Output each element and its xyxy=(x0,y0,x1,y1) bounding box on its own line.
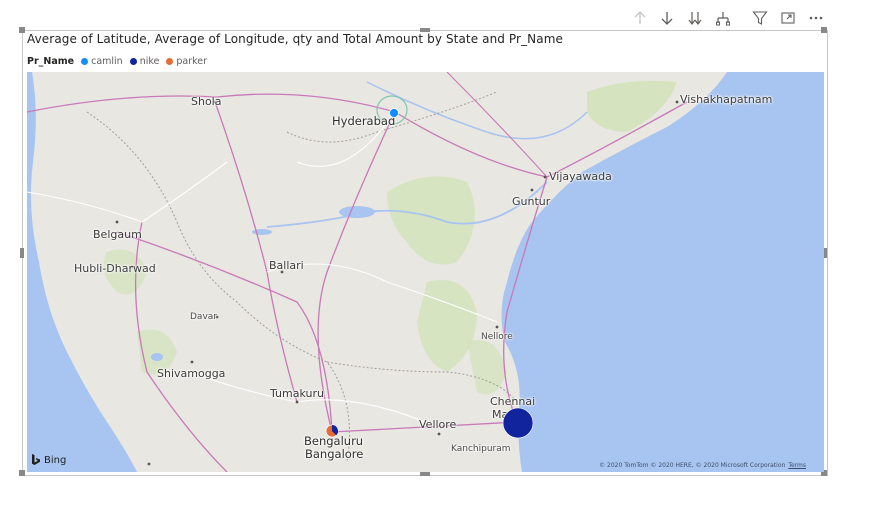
bubble-hyderabad-camlin[interactable] xyxy=(389,108,399,118)
bing-icon xyxy=(32,454,40,465)
city-dot xyxy=(147,462,151,466)
legend-title: Pr_Name xyxy=(27,55,75,67)
river xyxy=(366,81,588,140)
bing-label: Bing xyxy=(44,454,67,466)
expand-hierarchy-icon[interactable] xyxy=(713,8,733,28)
legend: Pr_Name camlin nike parker xyxy=(27,54,214,68)
legend-item-parker[interactable]: parker xyxy=(166,56,207,67)
green-area xyxy=(417,280,477,372)
city-dot xyxy=(190,360,194,364)
green-area xyxy=(587,80,677,132)
bay-of-bengal xyxy=(501,72,824,472)
focus-mode-icon[interactable] xyxy=(778,8,798,28)
more-options-icon[interactable] xyxy=(806,8,826,28)
resize-handle-bottom-left[interactable] xyxy=(19,470,25,476)
visual-title: Average of Latitude, Average of Longitud… xyxy=(27,32,563,46)
city-dot xyxy=(495,325,499,329)
city-dot xyxy=(295,400,299,404)
city-dot xyxy=(530,188,534,192)
legend-item-camlin[interactable]: camlin xyxy=(81,56,123,67)
city-dot xyxy=(675,100,679,104)
map-copyright: © 2020 TomTom © 2020 HERE, © 2020 Micros… xyxy=(599,462,806,469)
highway xyxy=(214,101,298,403)
copyright-text: © 2020 TomTom © 2020 HERE, © 2020 Micros… xyxy=(599,462,786,469)
city-label-vijayawada: Vijayawada xyxy=(549,170,612,183)
city-label-hubli-dharwad: Hubli-Dharwad xyxy=(74,262,156,275)
double-arrow-down-icon[interactable] xyxy=(685,8,705,28)
bing-logo: Bing xyxy=(31,454,66,466)
legend-label-nike: nike xyxy=(139,55,160,67)
city-label-ballari: Ballari xyxy=(269,259,304,272)
legend-label-parker: parker xyxy=(176,55,208,67)
reservoir xyxy=(252,229,272,235)
city-label-nellore: Nellore xyxy=(481,332,513,342)
arrow-down-icon[interactable] xyxy=(657,8,677,28)
highway xyxy=(446,72,548,178)
city-label-shivamogga: Shivamogga xyxy=(157,367,226,380)
city-label-bangalore: Bangalore xyxy=(305,447,364,461)
city-label-vishakhapatnam: Vishakhapatnam xyxy=(680,93,773,106)
resize-handle-bottom[interactable] xyxy=(420,472,430,476)
city-label-hyderabad: Hyderabad xyxy=(332,114,396,128)
city-label-belgaum: Belgaum xyxy=(93,228,142,241)
legend-marker-camlin xyxy=(81,57,89,65)
legend-item-nike[interactable]: nike xyxy=(129,55,160,67)
arrow-up-icon[interactable] xyxy=(630,8,650,28)
city-dot xyxy=(543,175,547,179)
reservoir xyxy=(151,353,163,361)
visual-header-toolbar xyxy=(628,8,828,28)
green-area xyxy=(387,176,475,265)
city-label-chennai: Chennai xyxy=(490,395,536,408)
terms-link[interactable]: Terms xyxy=(788,462,806,469)
bubble-chennai-nike[interactable] xyxy=(502,407,534,439)
resize-handle-top-left[interactable] xyxy=(19,27,25,33)
legend-label-camlin: camlin xyxy=(91,55,123,67)
resize-handle-left[interactable] xyxy=(20,248,24,258)
green-area xyxy=(467,340,507,395)
city-label-kanchipuram: Kanchipuram xyxy=(451,444,511,454)
city-label-vellore: Vellore xyxy=(419,418,457,431)
map-canvas[interactable]: Shola Hyderabad Vishakhapatnam Vijayawad… xyxy=(27,72,824,472)
city-dot xyxy=(437,432,441,436)
filter-icon[interactable] xyxy=(750,8,770,28)
road xyxy=(27,161,228,223)
city-label-shola: Shola xyxy=(191,95,222,108)
city-label-davar: Davar xyxy=(190,312,217,322)
highway xyxy=(317,111,396,433)
bubble-bengaluru-pie[interactable] xyxy=(325,424,339,438)
legend-marker-nike xyxy=(129,57,137,65)
city-label-guntur: Guntur xyxy=(512,195,551,208)
city-dot xyxy=(115,220,119,224)
legend-marker-parker xyxy=(166,57,174,65)
city-label-tumakuru: Tumakuru xyxy=(270,387,324,400)
